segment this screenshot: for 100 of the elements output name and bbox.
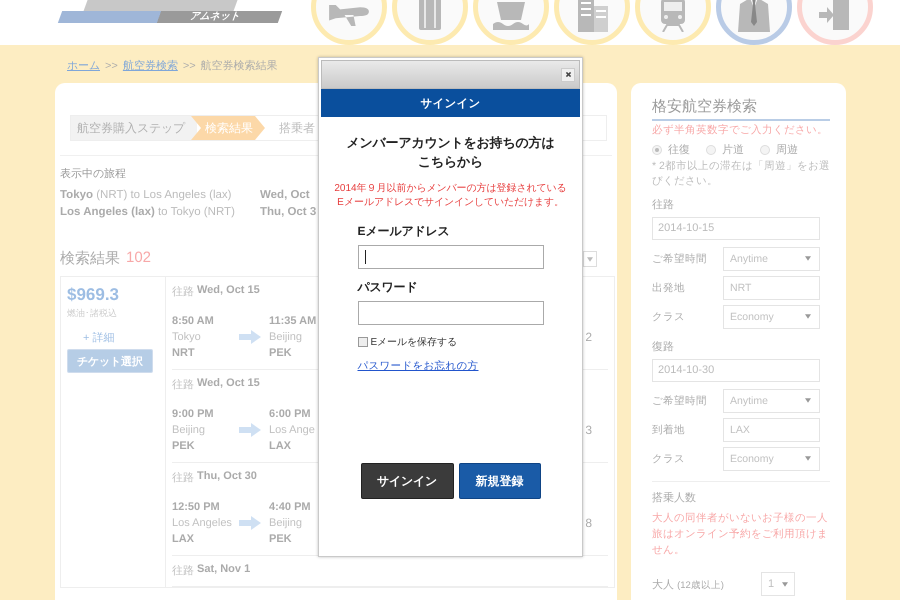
arrival-code: PEK [269, 532, 293, 547]
forgot-password-link[interactable]: パスワードをお忘れの方 [358, 359, 478, 373]
results-count: 102 [126, 249, 152, 268]
segment-date: Wed, Oct 15 [197, 284, 260, 298]
breadcrumb-separator: >> [182, 59, 196, 73]
arrival-code: PEK [269, 346, 293, 361]
arrival-city: Beijing [269, 330, 304, 345]
departure-code: NRT [172, 346, 196, 361]
table-cell: 3 [585, 423, 592, 437]
trip-type-option[interactable]: 往復 [652, 142, 690, 157]
plane-icon [329, 5, 369, 26]
field-label: クラス [652, 452, 686, 466]
notice-text: 2014年９月以前からメンバーの方は登録されている [334, 182, 567, 196]
arrival-code: LAX [269, 439, 292, 454]
field-label: 大人 (12歳以上) [652, 578, 725, 592]
segment-direction: 往路 [172, 378, 194, 392]
departure-time: 9:00 PM [172, 407, 215, 422]
table-cell: 8 [585, 516, 592, 530]
section-title: 搭乗人数 [652, 491, 697, 505]
dialog-header: サインイン [321, 89, 580, 117]
arrival-time: 4:40 PM [269, 500, 312, 515]
step-item: 搭乗者 [278, 120, 316, 137]
segment-direction: 往路 [172, 285, 194, 299]
caret-icon [805, 398, 811, 403]
caret-icon [587, 256, 593, 262]
arrival-time: 11:35 AM [269, 314, 318, 329]
trip-type-option[interactable]: 周遊 [760, 142, 798, 157]
radio-button[interactable] [652, 144, 662, 154]
select-field[interactable]: 1 [761, 572, 795, 596]
date-field[interactable]: 2014-10-30 [652, 359, 820, 382]
departure-time: 12:50 PM [172, 500, 221, 515]
text-field[interactable]: NRT [723, 276, 820, 300]
logo-caption: アムネット [58, 11, 282, 23]
trip-note: * 2都市以上の滞在は「周遊」をお選びください。 [652, 159, 830, 189]
arrow-icon [239, 423, 261, 437]
text-field[interactable]: LAX [723, 418, 820, 442]
arrow-icon [239, 330, 261, 344]
notice-text: Eメールアドレスでサインインしていただけます。 [337, 196, 564, 210]
breadcrumb-link[interactable]: ホーム [67, 59, 100, 73]
sort-dropdown[interactable] [583, 251, 597, 267]
departure-code: PEK [172, 439, 196, 454]
breadcrumb-current: 航空券検索結果 [200, 59, 278, 73]
select-field[interactable]: Anytime [723, 246, 820, 270]
ship-icon [491, 0, 531, 32]
panel-title: 格安航空券検索 [652, 97, 830, 121]
segment-date: Thu, Oct 30 [197, 470, 257, 484]
departure-code: LAX [172, 532, 195, 547]
caret-icon [805, 456, 811, 461]
remember-email-option[interactable]: Eメールを保存する [358, 335, 458, 349]
email-field[interactable] [358, 245, 544, 269]
caret-icon [782, 582, 788, 586]
radio-label: 周遊 [776, 143, 798, 157]
dialog-heading: こちらから [418, 153, 483, 171]
caret-icon [805, 314, 811, 319]
field-label: クラス [652, 310, 686, 324]
breadcrumb-separator: >> [105, 59, 118, 73]
itinerary-route: Los Angeles (lax) to Tokyo (NRT) [60, 205, 236, 220]
trip-type-option[interactable]: 片道 [706, 142, 744, 157]
radio-label: 片道 [722, 143, 744, 157]
signin-button[interactable]: サインイン [360, 463, 454, 499]
itinerary-date: Thu, Oct 3 [260, 205, 316, 220]
segment-direction: 往路 [172, 471, 194, 485]
price: $969.3 [67, 285, 119, 305]
departure-city: Beijing [172, 423, 206, 438]
email-label: Eメールアドレス [358, 223, 450, 240]
radio-label: 往復 [668, 143, 690, 157]
breadcrumb-link[interactable]: 航空券検索 [122, 59, 178, 73]
field-label: 到着地 [652, 422, 686, 436]
arrow-icon [239, 516, 261, 530]
radio-button[interactable] [760, 144, 770, 154]
radio-button[interactable] [706, 144, 716, 154]
step-item: 検索結果 [191, 116, 265, 140]
date-field[interactable]: 2014-10-15 [652, 217, 820, 240]
password-label: パスワード [358, 279, 418, 296]
notice-text: 必ず半角英数字でご入力ください。 [652, 123, 829, 137]
field-label: ご希望時間 [652, 394, 708, 408]
table-cell: 2 [585, 330, 592, 344]
notice-text: 大人の同伴者がいないお子様の一人旅はオンライン予約をご利用頂けません。 [652, 511, 829, 558]
step-bar-title: 航空券購入ステップ [71, 116, 197, 140]
field-label: 出発地 [652, 280, 686, 294]
segment-date: Sat, Nov 1 [197, 563, 250, 577]
details-link[interactable]: + 詳細 [83, 330, 114, 345]
checkbox[interactable] [358, 337, 368, 347]
departure-city: Los Angeles [172, 516, 233, 531]
arrival-city: Beijing [269, 516, 304, 531]
select-field[interactable]: Anytime [723, 388, 820, 412]
select-ticket-button[interactable]: チケット選択 [67, 349, 153, 373]
departure-time: 8:50 AM [172, 314, 215, 329]
leg-title: 復路 [652, 340, 675, 354]
departure-city: Tokyo [172, 330, 202, 345]
register-button[interactable]: 新規登録 [458, 463, 540, 499]
password-field[interactable] [358, 301, 544, 325]
select-field[interactable]: Economy [723, 304, 820, 328]
field-label: ご希望時間 [652, 252, 708, 266]
close-icon [564, 71, 572, 78]
itinerary-route: Tokyo (NRT) to Los Angeles (lax) [60, 188, 232, 203]
arrival-time: 6:00 PM [269, 407, 312, 422]
dialog-heading: メンバーアカウントをお持ちの方は [346, 134, 554, 152]
close-button[interactable] [561, 68, 575, 82]
select-field[interactable]: Economy [723, 446, 820, 470]
